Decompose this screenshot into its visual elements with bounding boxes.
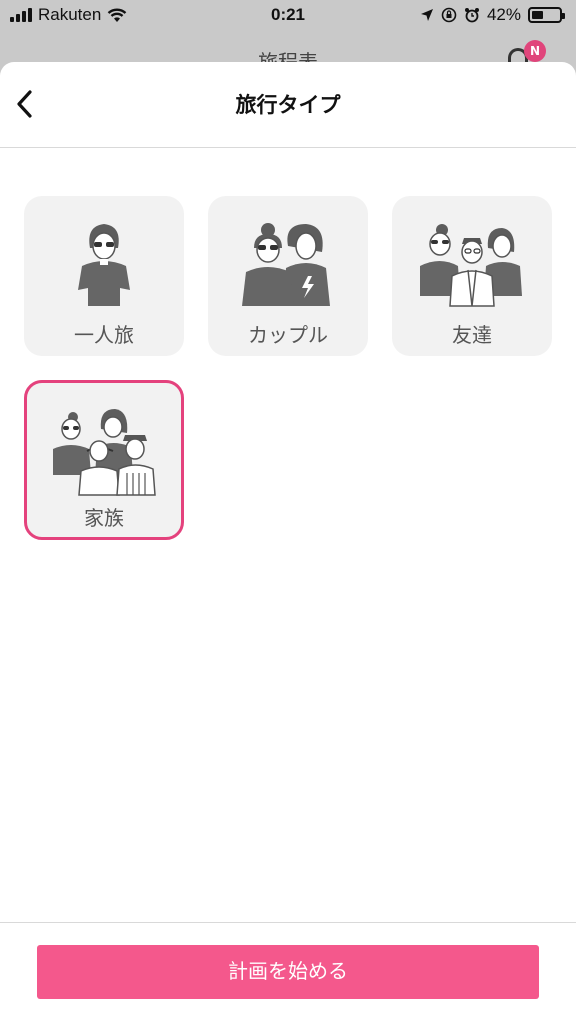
trip-type-label: カップル	[248, 323, 328, 347]
battery-fill	[532, 11, 543, 19]
trip-type-label: 家族	[84, 506, 124, 530]
nav-bar: 旅行タイプ	[0, 62, 576, 148]
battery-icon	[528, 7, 565, 23]
trip-type-sheet: 旅行タイプ 一人旅 カップル 友達 家族 計画を始める	[0, 62, 576, 1024]
trip-type-label: 一人旅	[74, 323, 134, 347]
alarm-icon	[464, 8, 479, 23]
battery-percent: 42%	[486, 5, 521, 24]
trip-type-family-card[interactable]: 家族	[24, 380, 184, 540]
trip-type-friends-card[interactable]: 友達	[392, 196, 552, 356]
couple-icon	[242, 223, 330, 306]
family-icon	[53, 409, 156, 496]
friends-icon	[420, 224, 522, 307]
footer-bar: 計画を始める	[0, 922, 576, 1024]
location-icon	[420, 9, 433, 21]
trip-type-label: 友達	[452, 323, 492, 347]
notification-badge: N	[524, 40, 546, 62]
orientation-lock-icon	[441, 7, 457, 23]
trip-type-solo-card[interactable]: 一人旅	[24, 196, 184, 356]
page-title: 旅行タイプ	[235, 93, 341, 117]
status-right: 42%	[420, 5, 565, 25]
status-bar: Rakuten 0:21 42%	[0, 0, 576, 32]
solo-traveler-icon	[78, 224, 130, 306]
start-planning-button[interactable]: 計画を始める	[37, 945, 539, 999]
trip-type-couple-card[interactable]: カップル	[208, 196, 368, 356]
